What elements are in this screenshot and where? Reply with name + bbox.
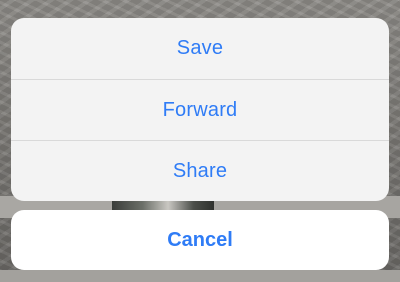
cancel-button[interactable]: Cancel — [11, 210, 389, 270]
action-sheet-options: Save Forward Share — [11, 18, 389, 201]
forward-button[interactable]: Forward — [11, 79, 389, 140]
save-button[interactable]: Save — [11, 18, 389, 79]
share-button[interactable]: Share — [11, 140, 389, 201]
screen: Save Forward Share Cancel — [0, 0, 400, 282]
background-photo-strip — [0, 270, 400, 282]
